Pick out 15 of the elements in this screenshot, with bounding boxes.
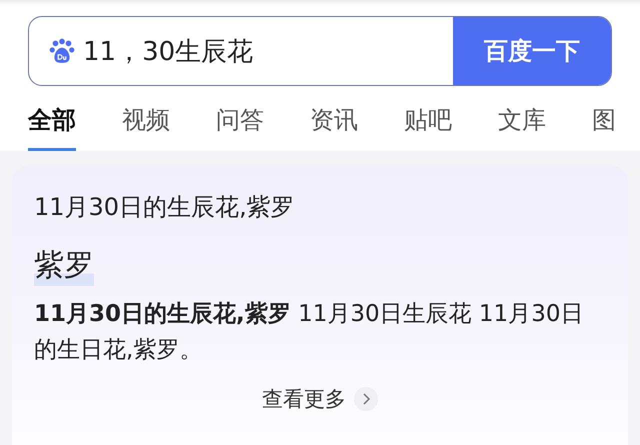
tab[interactable]: 问答 bbox=[216, 100, 264, 151]
tab[interactable]: 图 bbox=[592, 100, 616, 151]
answer-paragraph: 11月30日的生辰花,紫罗 11月30日生辰花 11月30日的生日花,紫罗。 bbox=[34, 300, 584, 365]
search-field[interactable]: 11，30生辰花 百度一下 bbox=[28, 16, 612, 86]
tab[interactable]: 资讯 bbox=[310, 100, 358, 151]
card-title: 11月30日的生辰花,紫罗 bbox=[34, 192, 296, 223]
tab[interactable]: 视频 bbox=[122, 100, 170, 151]
search-button[interactable]: 百度一下 bbox=[453, 17, 611, 85]
more-link[interactable]: 查看更多 bbox=[256, 384, 384, 414]
search-input[interactable]: 11，30生辰花 bbox=[81, 35, 453, 67]
paw-logo-icon bbox=[49, 38, 75, 64]
chevron-right-icon bbox=[354, 387, 378, 411]
tab[interactable]: 贴吧 bbox=[404, 100, 452, 151]
tab[interactable]: 文库 bbox=[498, 100, 546, 151]
tab[interactable]: 全部 bbox=[28, 100, 76, 151]
